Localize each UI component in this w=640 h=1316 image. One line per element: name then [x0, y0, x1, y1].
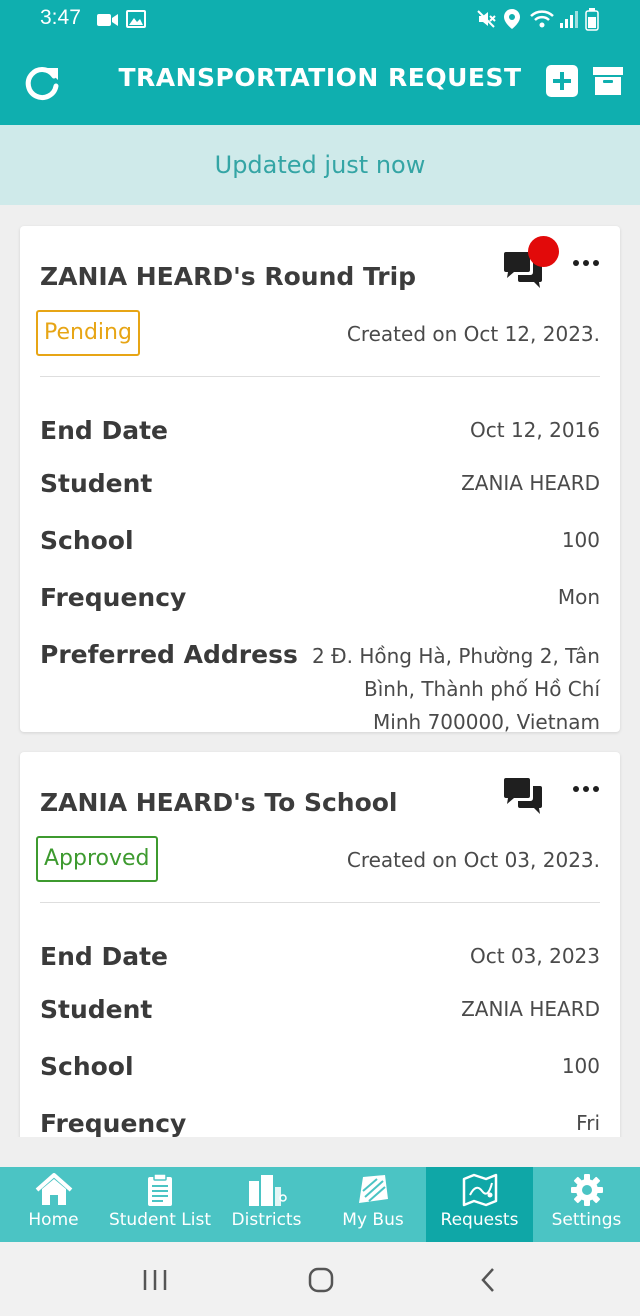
messages-button[interactable] [502, 776, 546, 822]
back-button[interactable] [478, 1267, 498, 1297]
divider [40, 376, 600, 377]
recent-apps-button[interactable] [142, 1268, 168, 1296]
location-icon [504, 9, 520, 29]
field-value: ZANIA HEARD [461, 471, 600, 495]
archive-icon [593, 67, 623, 95]
nav-home[interactable]: Home [0, 1167, 107, 1242]
nav-label: Requests [440, 1210, 519, 1230]
field-label: School [40, 1052, 134, 1081]
status-time: 3:47 [40, 6, 81, 29]
request-list[interactable]: ZANIA HEARD's Round Trip Pending Created… [0, 205, 640, 1137]
nav-requests[interactable]: Requests [426, 1167, 533, 1242]
field-label: End Date [40, 416, 169, 445]
home-circle-icon [308, 1267, 334, 1293]
add-request-button[interactable] [545, 64, 579, 102]
page-title: TRANSPORTATION REQUEST [118, 63, 522, 92]
nav-districts[interactable]: Districts [213, 1167, 320, 1242]
clipboard-icon [148, 1173, 172, 1206]
map-icon [462, 1173, 497, 1207]
updated-banner: Updated just now [0, 125, 640, 205]
more-options-button[interactable] [568, 778, 604, 800]
field-label: Student [40, 995, 153, 1024]
request-title: ZANIA HEARD's To School [40, 788, 398, 817]
field-label: Frequency [40, 583, 187, 612]
plus-icon [546, 65, 578, 97]
image-icon [126, 10, 146, 28]
video-icon [97, 14, 118, 26]
battery-icon [585, 8, 599, 31]
field-value: Oct 12, 2016 [470, 418, 600, 442]
home-icon [35, 1173, 72, 1205]
field-label: Frequency [40, 1109, 187, 1137]
status-badge: Pending [36, 310, 140, 356]
signal-icon [560, 11, 578, 28]
nav-label: Home [28, 1210, 79, 1230]
archive-button[interactable] [592, 66, 624, 100]
created-date: Created on Oct 03, 2023. [346, 848, 600, 872]
chat-icon [504, 778, 542, 814]
bus-icon [359, 1175, 388, 1203]
nav-label: Settings [551, 1210, 622, 1230]
field-label: End Date [40, 942, 169, 971]
nav-my-bus[interactable]: My Bus [320, 1167, 426, 1242]
mute-icon [477, 10, 496, 28]
home-system-button[interactable] [308, 1267, 334, 1297]
status-badge: Approved [36, 836, 158, 882]
app-header: TRANSPORTATION REQUEST [0, 38, 640, 125]
nav-student-list[interactable]: Student List [107, 1167, 213, 1242]
back-icon [481, 1268, 494, 1292]
status-bar: 3:47 [0, 0, 640, 38]
field-value: 2 Đ. Hồng Hà, Phường 2, Tân Bình, Thành … [312, 644, 600, 732]
request-title: ZANIA HEARD's Round Trip [40, 262, 417, 291]
field-value: Fri [576, 1111, 600, 1135]
recent-apps-icon [143, 1270, 167, 1290]
buildings-icon [248, 1175, 287, 1206]
request-card[interactable]: ZANIA HEARD's Round Trip Pending Created… [20, 226, 620, 732]
new-message-badge [528, 236, 559, 267]
gear-icon [570, 1174, 603, 1206]
field-value: ZANIA HEARD [461, 997, 600, 1021]
wifi-icon [530, 10, 554, 28]
field-value: Mon [557, 585, 600, 609]
nav-label: Student List [108, 1210, 212, 1230]
nav-label: Districts [231, 1210, 302, 1230]
created-date: Created on Oct 12, 2023. [346, 322, 600, 346]
bottom-nav: Home Student List Districts My Bus Reque… [0, 1167, 640, 1242]
field-label: Preferred Address [40, 640, 298, 669]
field-value: Oct 03, 2023 [470, 944, 600, 968]
nav-label: My Bus [342, 1210, 404, 1230]
divider [40, 902, 600, 903]
field-label: Student [40, 469, 153, 498]
more-options-button[interactable] [568, 252, 604, 274]
field-value: 100 [561, 1054, 600, 1078]
system-nav-bar [0, 1242, 640, 1316]
field-value: 100 [561, 528, 600, 552]
request-card[interactable]: ZANIA HEARD's To School Approved Created… [20, 752, 620, 1137]
field-label: School [40, 526, 134, 555]
nav-settings[interactable]: Settings [533, 1167, 640, 1242]
